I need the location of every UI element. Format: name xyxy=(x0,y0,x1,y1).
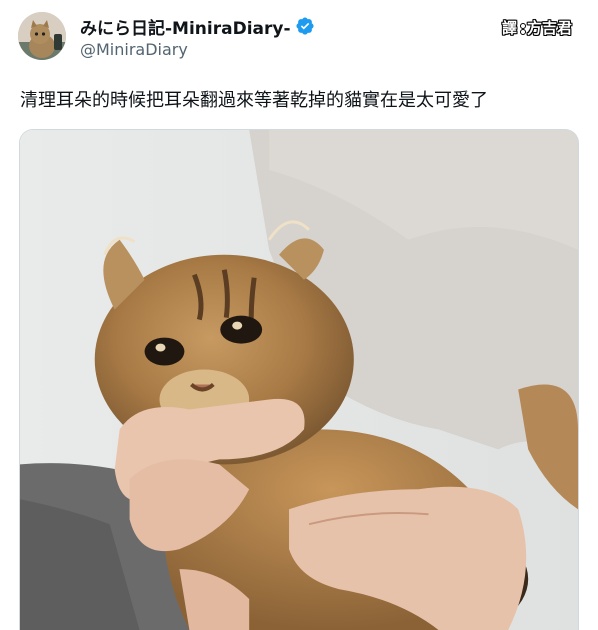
cat-photo-image xyxy=(20,130,578,630)
tweet-card: みにら日記-MiniraDiary- @MiniraDiary 譯 方吉君 清理… xyxy=(0,0,598,630)
avatar[interactable] xyxy=(18,12,66,60)
cat-avatar-icon xyxy=(18,12,66,60)
watermark-left: 譯 xyxy=(501,19,517,37)
author-handle[interactable]: @MiniraDiary xyxy=(80,40,188,59)
translator-watermark: 譯 方吉君 xyxy=(502,17,572,38)
tweet-photo[interactable] xyxy=(19,129,579,630)
watermark-right: 方吉君 xyxy=(526,19,572,37)
watermark-separator-icon xyxy=(519,21,526,35)
author-name-row: みにら日記-MiniraDiary- xyxy=(80,14,315,39)
tweet-text: 清理耳朵的時候把耳朵翻過來等著乾掉的貓實在是太可愛了 xyxy=(20,90,488,111)
verified-badge-icon xyxy=(295,16,315,36)
display-name[interactable]: みにら日記-MiniraDiary- xyxy=(80,14,291,39)
